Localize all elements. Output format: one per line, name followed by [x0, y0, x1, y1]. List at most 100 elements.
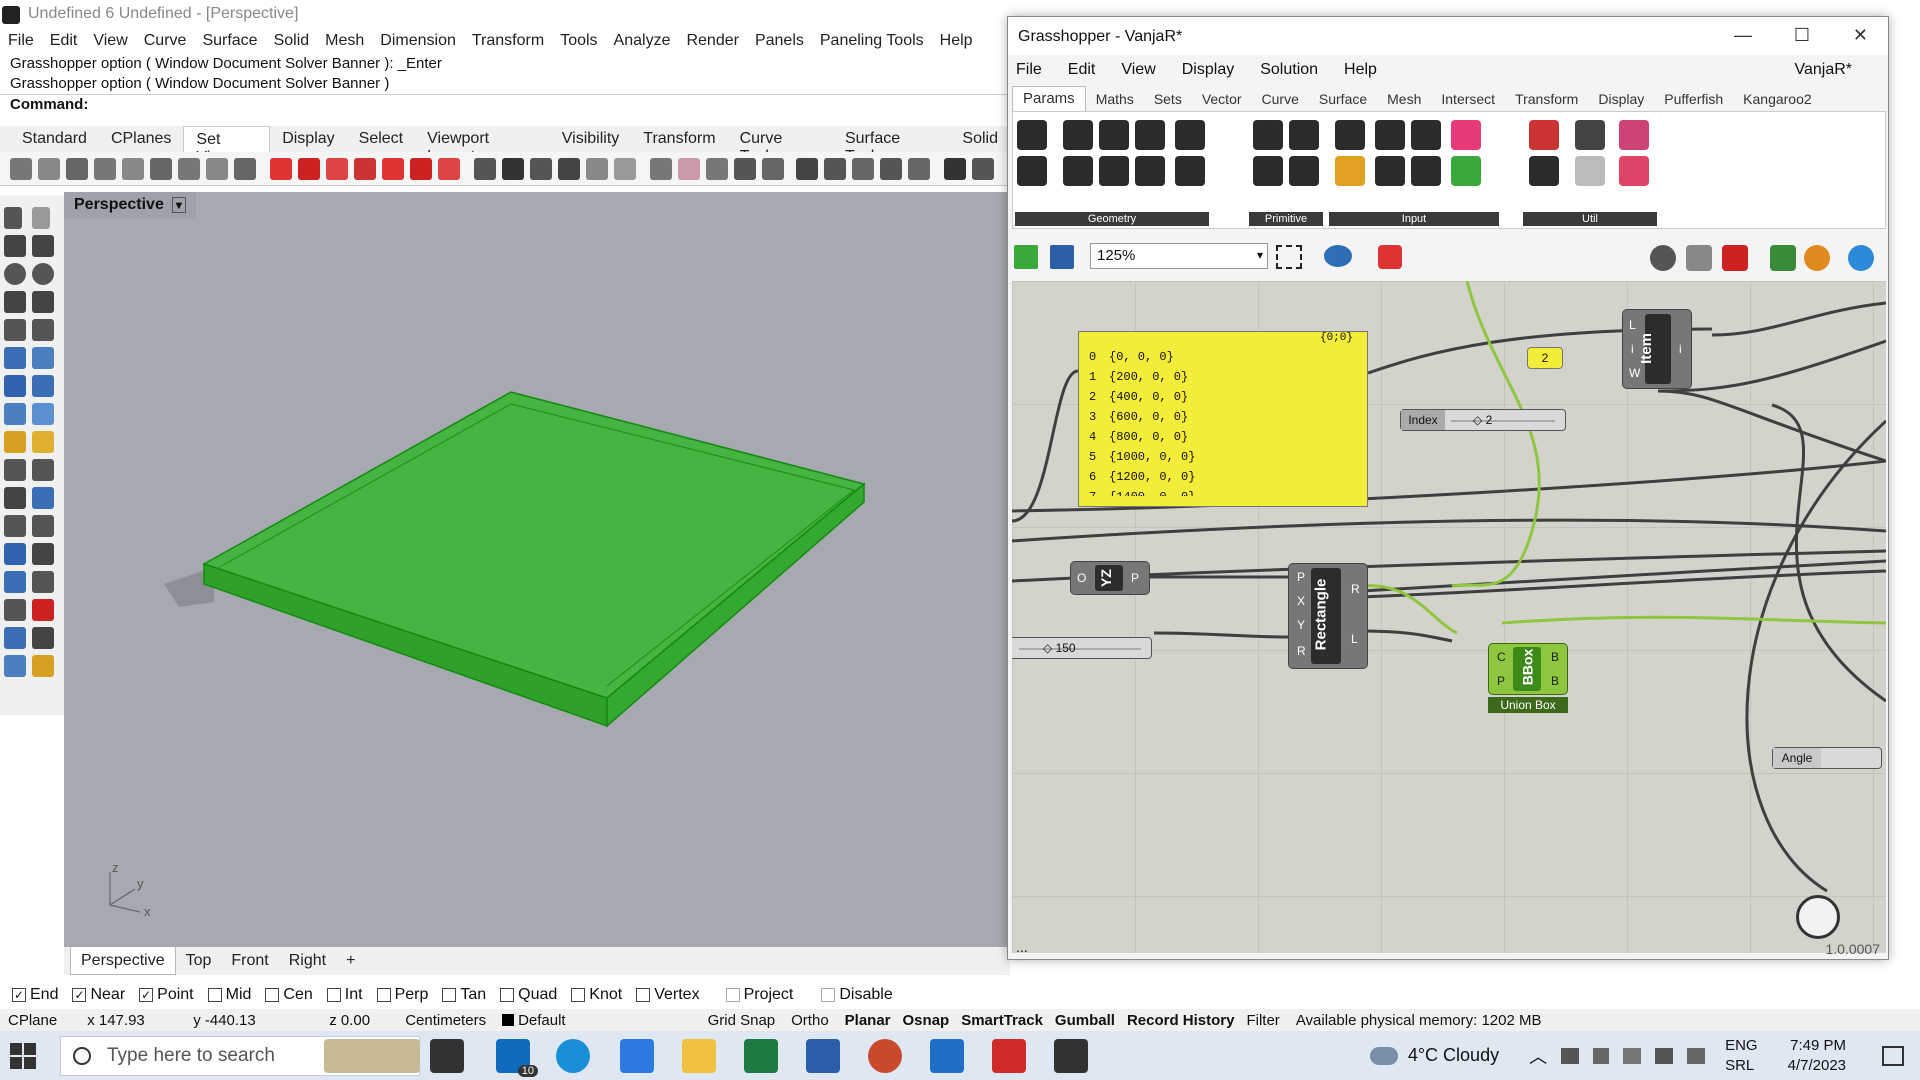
bbox-component[interactable]: C P BBox B B: [1488, 643, 1568, 695]
material-icon[interactable]: [32, 655, 54, 677]
matrix-icon[interactable]: [1451, 156, 1481, 186]
tab-standard[interactable]: Standard: [10, 126, 99, 152]
walkabout-icon[interactable]: [474, 158, 496, 180]
task-view-icon[interactable]: [430, 1039, 464, 1073]
gh-menu-display[interactable]: Display: [1182, 61, 1234, 79]
menu-curve[interactable]: Curve: [144, 30, 195, 54]
menu-paneling-tools[interactable]: Paneling Tools: [820, 30, 932, 54]
planar-toggle[interactable]: Planar: [845, 1012, 891, 1029]
grasshopper-canvas[interactable]: {0;0} 0 {0, 0, 0} 1 {200, 0, 0} 2 {400, 0, …: [1012, 281, 1886, 953]
value-list-icon[interactable]: [1411, 156, 1441, 186]
integer-param-icon[interactable]: [1253, 156, 1283, 186]
osnap-vertex[interactable]: Vertex: [636, 986, 700, 1004]
scale-icon[interactable]: [32, 571, 54, 593]
menu-tools[interactable]: Tools: [560, 30, 605, 54]
circle-param-icon[interactable]: [1175, 120, 1205, 150]
menu-panels[interactable]: Panels: [755, 30, 812, 54]
tab-curve-tools[interactable]: Curve Tools: [728, 126, 833, 165]
arrow-icon[interactable]: [972, 158, 994, 180]
green-slab[interactable]: [202, 391, 866, 728]
menu-transform[interactable]: Transform: [472, 30, 552, 54]
analyze-icon[interactable]: [4, 627, 26, 649]
gh-tab-kangaroo2[interactable]: Kangaroo2: [1733, 88, 1822, 111]
document-preview-icon[interactable]: [1848, 245, 1874, 271]
car-view-icon[interactable]: [382, 158, 404, 180]
mesh-icon[interactable]: [4, 403, 26, 425]
gh-tab-mesh[interactable]: Mesh: [1377, 88, 1431, 111]
language-indicator[interactable]: ENG SRL: [1725, 1036, 1758, 1076]
light-icon[interactable]: [32, 431, 54, 453]
preview-eye-icon[interactable]: [1324, 245, 1352, 267]
gh-menu-help[interactable]: Help: [1344, 61, 1377, 79]
gh-menu-edit[interactable]: Edit: [1068, 61, 1096, 79]
osnap-disable[interactable]: Disable: [821, 986, 893, 1004]
save-file-icon[interactable]: [1050, 245, 1074, 269]
number-slider[interactable]: ◇ 150: [1012, 637, 1152, 659]
toggle-icon[interactable]: [1375, 120, 1405, 150]
units-status[interactable]: Centimeters: [405, 1012, 486, 1029]
layer-status[interactable]: Default: [502, 1012, 582, 1029]
undo-icon[interactable]: [944, 158, 966, 180]
ortho-toggle[interactable]: Ortho: [791, 1012, 829, 1029]
check-icon[interactable]: [32, 627, 54, 649]
gh-tab-sets[interactable]: Sets: [1144, 88, 1192, 111]
select-arrow-icon[interactable]: [4, 207, 22, 229]
car-view-icon[interactable]: [354, 158, 376, 180]
add-viewport-icon[interactable]: +: [336, 947, 365, 975]
gh-tab-intersect[interactable]: Intersect: [1431, 88, 1505, 111]
osnap-project[interactable]: Project: [725, 986, 793, 1004]
zoom-selected-icon[interactable]: [150, 158, 172, 180]
list-item-component[interactable]: L i W Item i: [1622, 309, 1692, 389]
start-windows-icon[interactable]: [10, 1043, 36, 1069]
box-solid-icon[interactable]: [4, 375, 26, 397]
menu-help[interactable]: Help: [940, 30, 981, 54]
arc-icon[interactable]: [32, 319, 54, 341]
named-view-icon[interactable]: [270, 158, 292, 180]
rhino-app-icon[interactable]: [1054, 1039, 1088, 1073]
osnap-end[interactable]: ✓ End: [12, 986, 58, 1004]
panel-param-icon[interactable]: [1411, 120, 1441, 150]
button-icon[interactable]: [1375, 156, 1405, 186]
minimize-icon[interactable]: —: [1734, 25, 1752, 46]
gh-tab-vector[interactable]: Vector: [1192, 88, 1252, 111]
surface-param-icon[interactable]: [1099, 156, 1129, 186]
osnap-quad[interactable]: Quad: [500, 986, 557, 1004]
value-panel[interactable]: 2: [1527, 347, 1563, 369]
mesh-tools-icon[interactable]: [32, 403, 54, 425]
boolean-param-icon[interactable]: [1253, 120, 1283, 150]
menu-mesh[interactable]: Mesh: [325, 30, 372, 54]
gumball-toggle[interactable]: Gumball: [1055, 1012, 1115, 1029]
osnap-tan[interactable]: Tan: [442, 986, 486, 1004]
index-slider[interactable]: Index ◇ 2: [1400, 409, 1566, 431]
surface-icon[interactable]: [4, 347, 26, 369]
plane-icon[interactable]: [852, 158, 874, 180]
menu-surface[interactable]: Surface: [202, 30, 265, 54]
trim-icon[interactable]: [4, 487, 26, 509]
clock[interactable]: 7:49 PM 4/7/2023: [1788, 1036, 1846, 1076]
gh-document-name[interactable]: VanjaR*: [1794, 61, 1852, 79]
menu-analyze[interactable]: Analyze: [614, 30, 679, 54]
flask-icon[interactable]: [1619, 156, 1649, 186]
layout-icon[interactable]: [558, 158, 580, 180]
fillet-icon[interactable]: [4, 319, 26, 341]
preview-mesh-icon[interactable]: [1804, 245, 1830, 271]
preview-off-icon[interactable]: [1650, 245, 1676, 271]
file-explorer-icon[interactable]: [682, 1039, 716, 1073]
tab-set-view[interactable]: Set View: [183, 126, 271, 166]
record-history-toggle[interactable]: Record History: [1127, 1012, 1235, 1029]
car-view-icon[interactable]: [410, 158, 432, 180]
zoom-extents-icon[interactable]: [1276, 245, 1302, 269]
arrow-right-icon[interactable]: [1575, 120, 1605, 150]
yz-plane-component[interactable]: O YZ P: [1070, 561, 1150, 595]
jump-icon[interactable]: [1619, 120, 1649, 150]
rotate-icon[interactable]: [4, 571, 26, 593]
tab-display[interactable]: Display: [270, 126, 346, 152]
command-prompt[interactable]: Command:: [0, 94, 1010, 114]
word-icon[interactable]: [806, 1039, 840, 1073]
viewport-tab-top[interactable]: Top: [176, 947, 222, 975]
plane-icon[interactable]: [824, 158, 846, 180]
calendar-icon[interactable]: [930, 1039, 964, 1073]
array-icon[interactable]: [4, 599, 26, 621]
tab-transform[interactable]: Transform: [631, 126, 727, 152]
chevron-down-icon[interactable]: ▾: [171, 197, 186, 213]
